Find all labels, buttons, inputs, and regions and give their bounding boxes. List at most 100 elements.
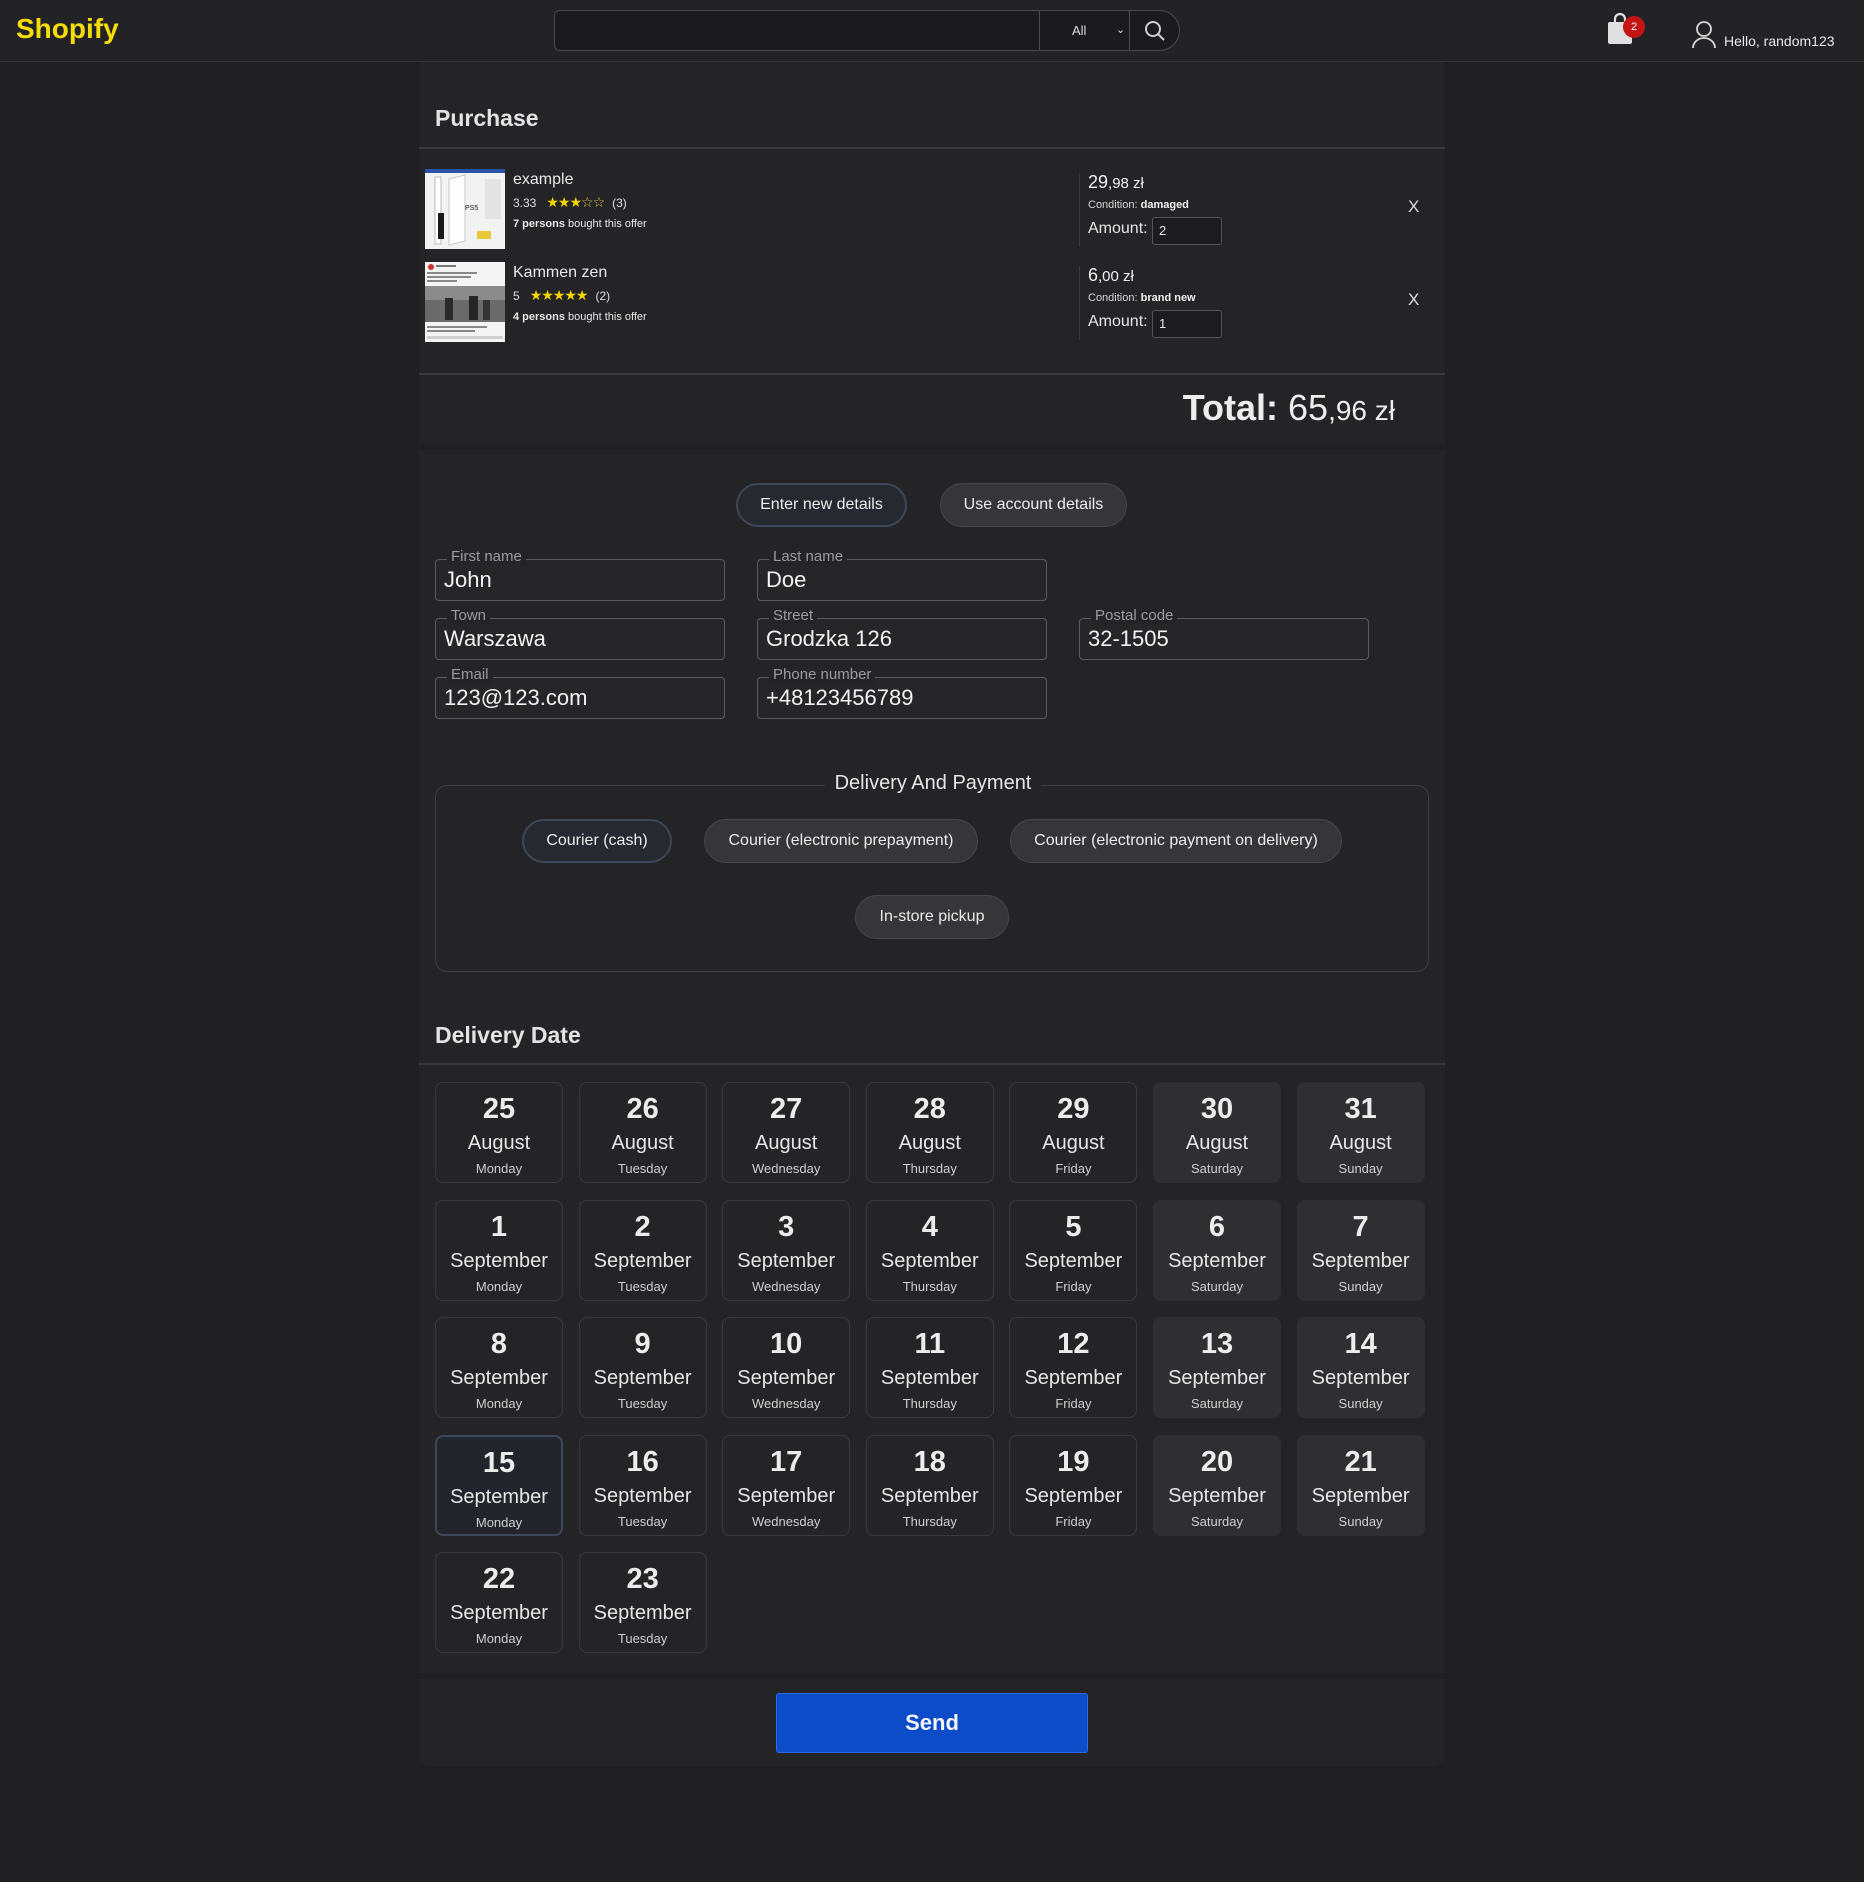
cart-button[interactable]: 2 (1603, 10, 1647, 50)
payment-option-courier-prepayment[interactable]: Courier (electronic prepayment) (704, 819, 978, 863)
weekday-name: Tuesday (617, 1631, 668, 1646)
user-icon (1692, 21, 1716, 49)
weekday-name: Monday (475, 1161, 523, 1176)
category-select[interactable]: All ⌄ (1040, 11, 1130, 50)
weekday-name: Saturday (1190, 1278, 1244, 1294)
date-tile[interactable]: 6 September Saturday (1153, 1199, 1281, 1301)
day-number: 30 (1200, 1093, 1234, 1125)
postal-code-field[interactable]: Postal code 32-1505 (1079, 608, 1369, 660)
divider (419, 1673, 1445, 1679)
product-thumbnail[interactable] (425, 262, 505, 342)
date-tile[interactable]: 30 August Saturday (1153, 1082, 1281, 1183)
date-tile[interactable]: 3 September Wednesday (722, 1199, 851, 1301)
date-tile[interactable]: 28 August Thursday (865, 1082, 994, 1183)
payment-option-courier-on-delivery[interactable]: Courier (electronic payment on delivery) (1010, 819, 1342, 863)
month-name: September (737, 1484, 836, 1507)
email-field[interactable]: Email 123@123.com (435, 667, 725, 719)
date-tile[interactable]: 17 September Wednesday (722, 1434, 851, 1536)
bought-count: 7 persons (513, 218, 565, 230)
town-field[interactable]: Town Warszawa (435, 608, 725, 660)
date-tile[interactable]: 2 September Tuesday (578, 1199, 707, 1301)
first-name-field[interactable]: First name John (435, 549, 725, 601)
weekday-name: Saturday (1190, 1396, 1244, 1411)
date-tile[interactable]: 9 September Tuesday (578, 1317, 707, 1418)
use-account-details-button[interactable]: Use account details (940, 483, 1127, 527)
date-tile[interactable]: 23 September Tuesday (578, 1552, 707, 1653)
price-main: 29 (1088, 172, 1109, 192)
amount-input[interactable]: 1 (1152, 310, 1222, 338)
payment-option-courier-cash[interactable]: Courier (cash) (522, 819, 672, 863)
search-input[interactable] (555, 11, 1040, 50)
last-name-field[interactable]: Last name Doe (757, 549, 1047, 601)
product-name[interactable]: example (513, 171, 573, 189)
month-name: August (611, 1132, 674, 1154)
day-number: 17 (770, 1445, 803, 1478)
purchase-item: Kammen zen 5 ★★★★★ (2) 4 persons bought th… (419, 256, 1445, 350)
day-number: 22 (482, 1563, 516, 1595)
day-number: 28 (913, 1093, 946, 1125)
day-number: 2 (634, 1210, 651, 1243)
remove-item-button[interactable]: X (1408, 290, 1419, 310)
month-name: August (755, 1132, 818, 1154)
month-name: September (593, 1602, 692, 1624)
date-tile[interactable]: 16 September Tuesday (578, 1434, 707, 1536)
day-number: 4 (921, 1210, 938, 1243)
date-tile[interactable]: 1 September Monday (435, 1199, 563, 1301)
send-button[interactable]: Send (776, 1693, 1088, 1753)
date-tile[interactable]: 10 September Wednesday (722, 1317, 851, 1418)
month-name: August (1042, 1132, 1105, 1154)
month-name: September (450, 1249, 548, 1272)
date-tile[interactable]: 20 September Saturday (1153, 1434, 1281, 1536)
date-tile[interactable]: 18 September Thursday (865, 1434, 994, 1536)
enter-new-details-button[interactable]: Enter new details (736, 483, 907, 527)
month-name: September (880, 1367, 979, 1389)
weekday-name: Monday (475, 1396, 523, 1411)
date-tile[interactable]: 31 August Sunday (1296, 1082, 1425, 1183)
date-tile[interactable]: 14 September Sunday (1296, 1317, 1425, 1418)
rating-value: 3.33 (513, 196, 537, 210)
product-name[interactable]: Kammen zen (513, 264, 607, 282)
product-thumbnail[interactable]: PS5 (425, 169, 505, 249)
field-value: Grodzka 126 (766, 626, 892, 651)
month-name: September (1168, 1367, 1266, 1389)
month-name: September (450, 1485, 548, 1508)
payment-option-store-pickup[interactable]: In-store pickup (855, 895, 1009, 939)
date-tile[interactable]: 29 August Friday (1009, 1082, 1138, 1183)
month-name: September (1024, 1249, 1123, 1272)
date-tile[interactable]: 4 September Thursday (865, 1199, 994, 1301)
condition-label: Condition: (1088, 292, 1138, 304)
search-button[interactable] (1130, 11, 1180, 50)
date-tile[interactable]: 15 September Monday (435, 1434, 563, 1536)
date-tile[interactable]: 26 August Tuesday (578, 1082, 707, 1183)
day-number: 8 (490, 1328, 508, 1360)
month-name: September (593, 1484, 692, 1507)
weekday-name: Monday (475, 1278, 523, 1294)
item-price: 29,98 zł (1088, 172, 1144, 193)
date-tile[interactable]: 27 August Wednesday (722, 1082, 851, 1183)
phone-number-field[interactable]: Phone number +48123456789 (757, 667, 1047, 719)
star-rating-icon: ★★★★★ (529, 287, 589, 303)
date-tile[interactable]: 21 September Sunday (1296, 1434, 1425, 1536)
day-number: 7 (1352, 1210, 1369, 1243)
date-tile[interactable]: 5 September Friday (1009, 1199, 1138, 1301)
search-icon (1145, 21, 1165, 41)
date-tile[interactable]: 13 September Saturday (1153, 1317, 1281, 1418)
date-tile[interactable]: 11 September Thursday (865, 1317, 994, 1418)
date-tile[interactable]: 12 September Friday (1009, 1317, 1138, 1418)
condition-label: Condition: (1088, 199, 1138, 211)
day-number: 9 (634, 1328, 651, 1360)
date-tile[interactable]: 19 September Friday (1009, 1434, 1138, 1536)
weekday-name: Thursday (902, 1396, 957, 1411)
divider (419, 1063, 1445, 1065)
date-tile[interactable]: 25 August Monday (435, 1082, 563, 1183)
date-tile[interactable]: 22 September Monday (435, 1552, 563, 1653)
weekday-name: Sunday (1338, 1161, 1383, 1176)
date-tile[interactable]: 8 September Monday (435, 1317, 563, 1418)
street-field[interactable]: Street Grodzka 126 (757, 608, 1047, 660)
remove-item-button[interactable]: X (1408, 197, 1419, 217)
condition-value: damaged (1140, 199, 1189, 211)
amount-input[interactable]: 2 (1152, 217, 1222, 245)
day-number: 26 (626, 1093, 659, 1125)
date-tile[interactable]: 7 September Sunday (1296, 1199, 1425, 1301)
logo[interactable]: Shopify (16, 13, 119, 45)
